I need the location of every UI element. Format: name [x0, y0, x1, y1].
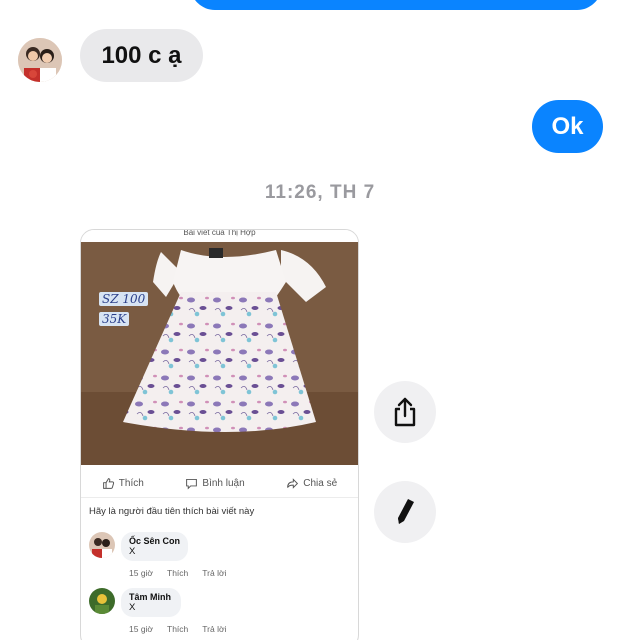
dress-photo: SZ 100 35K [81, 242, 358, 465]
comment-action[interactable]: Bình luận [185, 477, 245, 490]
comment-like-link[interactable]: Thích [167, 568, 188, 578]
comment-action-label: Bình luận [202, 478, 245, 489]
comment-time: 15 giờ [129, 624, 154, 634]
incoming-message-text: 100 c ạ [101, 41, 182, 69]
outgoing-message-text: Ok [551, 112, 584, 140]
comment-bubble[interactable]: Tâm Minh X [121, 588, 181, 617]
share-icon [394, 397, 416, 427]
post-actions-bar: Thích Bình luận Chia sẻ [81, 470, 358, 498]
comment-reply-link[interactable]: Trả lời [202, 568, 226, 578]
commenter-avatar[interactable] [89, 532, 115, 558]
like-action[interactable]: Thích [102, 477, 144, 490]
share-action[interactable]: Chia sẻ [286, 477, 337, 490]
outgoing-bubble-partial[interactable] [190, 0, 602, 10]
comment-meta: 15 giờ Thích Trả lời [129, 624, 226, 634]
comment-text: X [129, 546, 136, 557]
outgoing-message-bubble[interactable]: Ok [532, 100, 603, 153]
commenter-avatar[interactable] [89, 588, 115, 614]
first-like-prompt: Hãy là người đầu tiên thích bài viết này [89, 506, 255, 517]
comment-bubble[interactable]: Ốc Sên Con X [121, 532, 189, 561]
message-timestamp: 11:26, TH 7 [264, 182, 376, 203]
comment-icon [186, 478, 198, 490]
commenter-name[interactable]: Ốc Sên Con [129, 536, 180, 546]
commenter-name[interactable]: Tâm Minh [129, 592, 173, 602]
sender-avatar[interactable] [18, 38, 62, 82]
share-button[interactable] [374, 381, 436, 443]
comment-like-link[interactable]: Thích [167, 624, 188, 634]
comment-meta: 15 giờ Thích Trả lời [129, 568, 226, 578]
price-tag: 35K [99, 312, 130, 326]
size-tag: SZ 100 [99, 292, 149, 306]
share-arrow-icon [287, 478, 299, 489]
comment-time: 15 giờ [129, 568, 154, 578]
like-action-label: Thích [118, 478, 144, 489]
incoming-message-bubble[interactable]: 100 c ạ [80, 29, 203, 82]
comment-text: X [129, 602, 136, 613]
thumbs-up-icon [102, 478, 114, 489]
share-action-label: Chia sẻ [303, 478, 338, 489]
comment-reply-link[interactable]: Trả lời [202, 624, 226, 634]
edit-button[interactable] [374, 481, 436, 543]
pencil-icon [398, 499, 414, 524]
shared-screenshot[interactable]: Bài viết của Thị Hợp SZ 100 35K Thích Bì… [80, 229, 359, 640]
